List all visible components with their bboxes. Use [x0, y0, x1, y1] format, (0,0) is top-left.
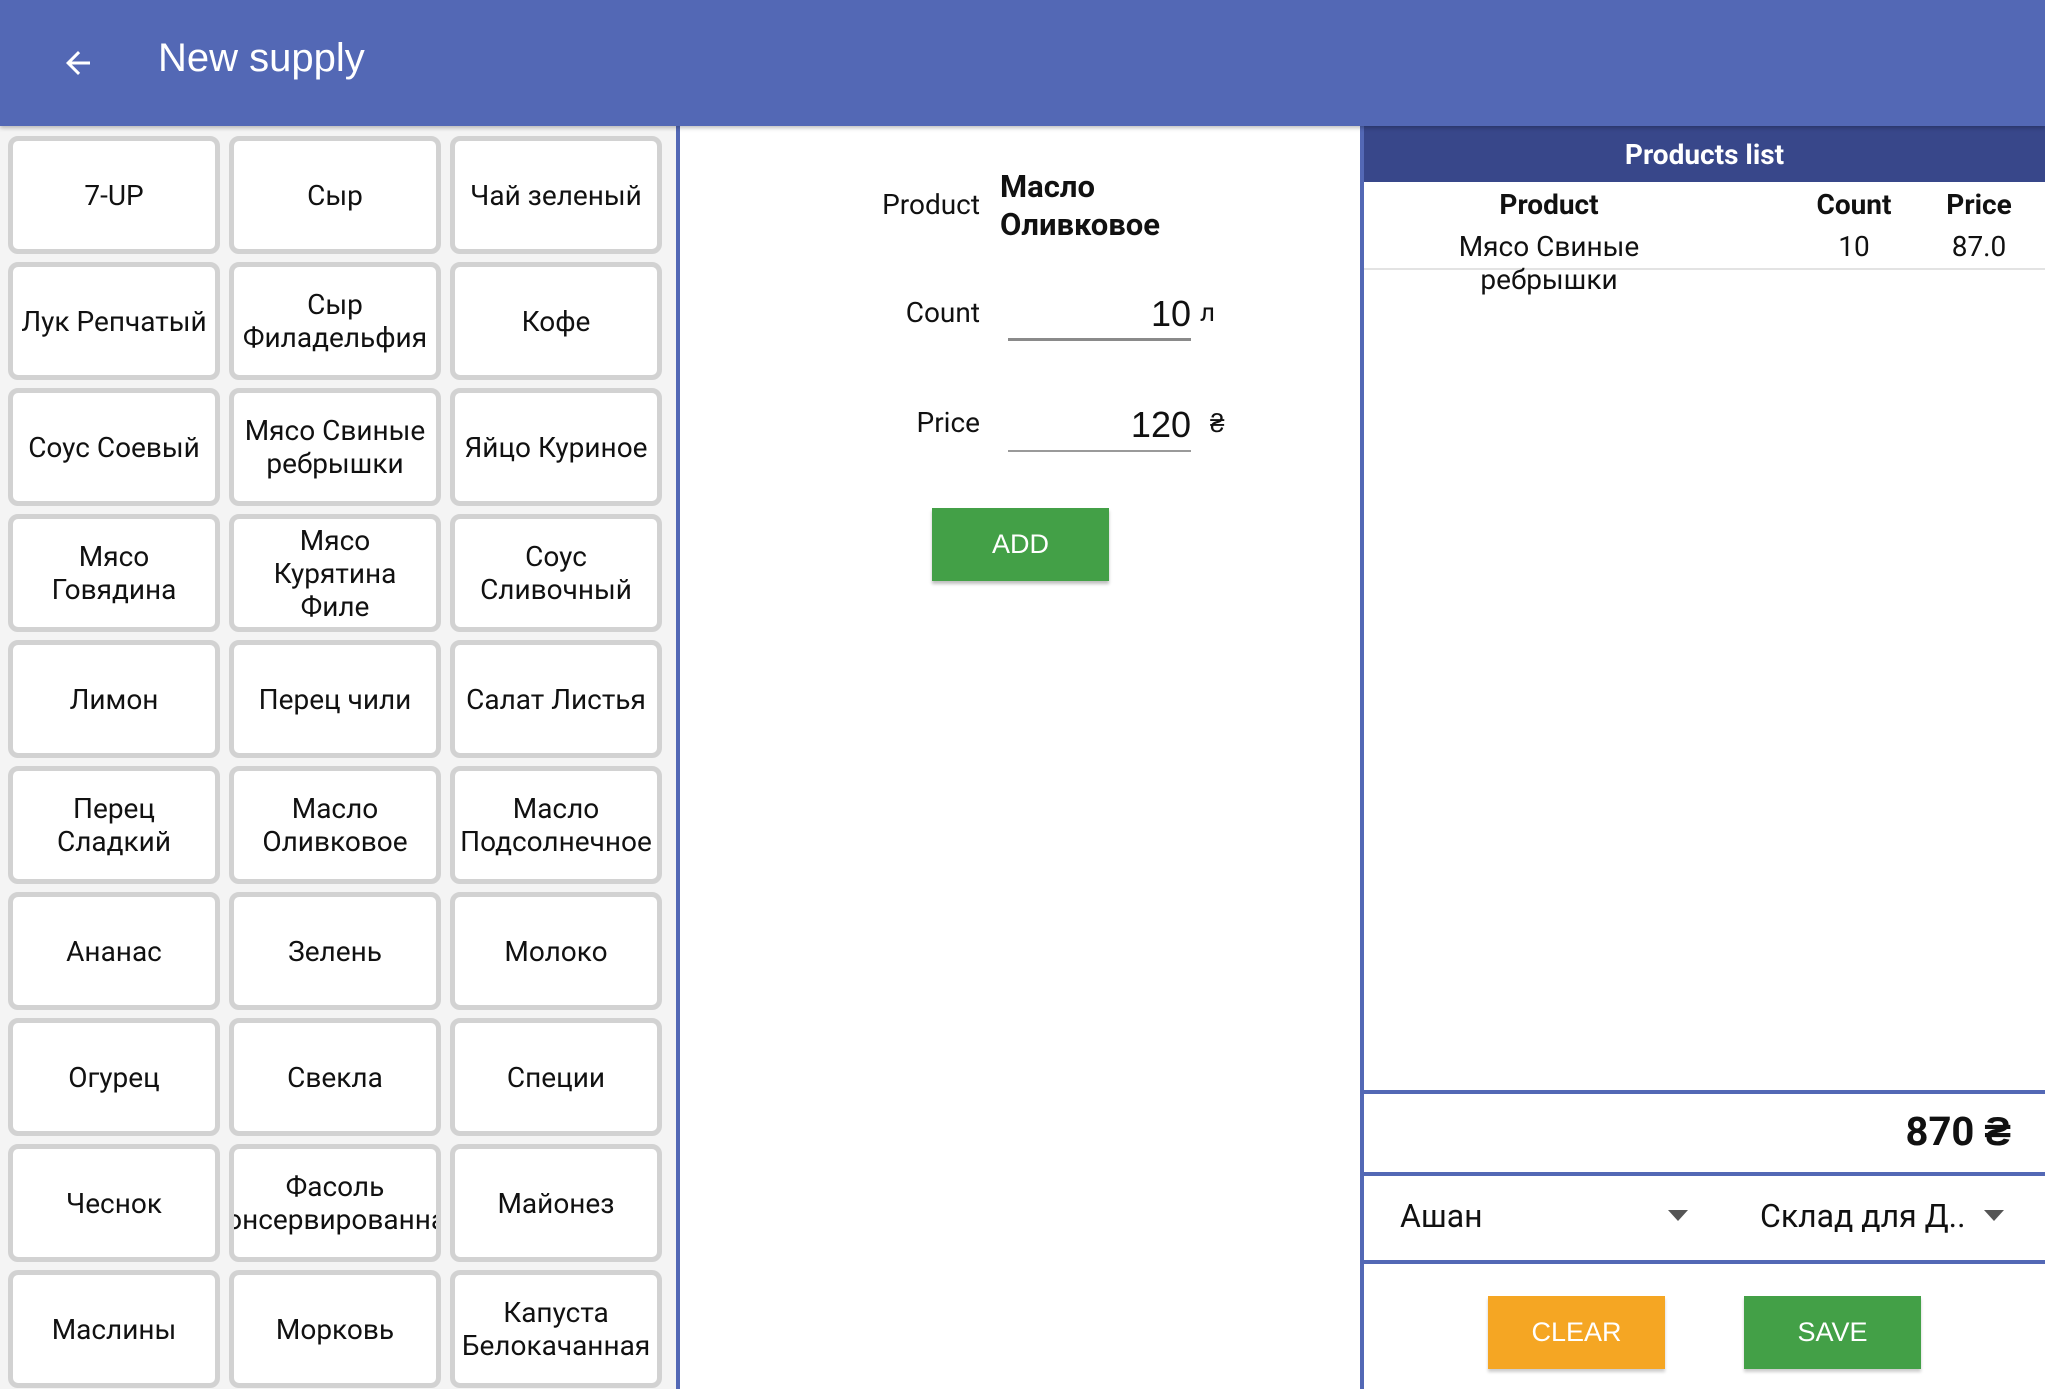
- product-tile[interactable]: Фасоль Консервированная: [229, 1144, 441, 1262]
- page-title: New supply: [158, 36, 365, 80]
- product-label: Product: [882, 188, 980, 221]
- product-tile[interactable]: Чеснок: [8, 1144, 220, 1262]
- product-grid: 7-UP Сыр Чай зеленый Лук Репчатый Сыр Фи…: [8, 136, 662, 1388]
- product-tile[interactable]: Огурец: [8, 1018, 220, 1136]
- product-tile[interactable]: Майонез: [450, 1144, 662, 1262]
- product-tile[interactable]: Чай зеленый: [450, 136, 662, 254]
- product-tile[interactable]: Мясо Говядина: [8, 514, 220, 632]
- product-tile[interactable]: Лимон: [8, 640, 220, 758]
- product-tile[interactable]: Мясо Свиные ребрышки: [229, 388, 441, 506]
- product-tile[interactable]: Морковь: [229, 1270, 441, 1388]
- warehouse-select[interactable]: Склад для Д..: [1760, 1186, 2030, 1246]
- add-button[interactable]: ADD: [932, 508, 1109, 581]
- list-item-price: 87.0: [1951, 230, 2007, 263]
- product-tile[interactable]: Соус Сливочный: [450, 514, 662, 632]
- list-item[interactable]: Мясо Свиные ребрышки 10 87.0: [1364, 224, 2045, 296]
- product-tile[interactable]: Перец Сладкий: [8, 766, 220, 884]
- list-item-product: Мясо Свиные ребрышки: [1458, 230, 1640, 296]
- product-tile[interactable]: Сыр Филадельфия: [229, 262, 441, 380]
- product-name-line-2: Оливковое: [1000, 206, 1161, 243]
- count-label: Count: [905, 296, 980, 329]
- app-bar: New supply: [0, 0, 2045, 126]
- product-tile[interactable]: Свекла: [229, 1018, 441, 1136]
- dropdown-caret-icon: [1668, 1210, 1688, 1221]
- product-tile[interactable]: Кофе: [450, 262, 662, 380]
- save-button[interactable]: SAVE: [1744, 1296, 1921, 1369]
- count-unit: л: [1200, 298, 1216, 328]
- product-grid-pane[interactable]: 7-UP Сыр Чай зеленый Лук Репчатый Сыр Фи…: [0, 126, 680, 1389]
- currency-symbol: ₴: [1210, 409, 1225, 439]
- product-tile[interactable]: Перец чили: [229, 640, 441, 758]
- product-name-line-1: Масло: [1000, 168, 1095, 205]
- header-product: Product: [1499, 188, 1599, 221]
- product-tile[interactable]: 7-UP: [8, 136, 220, 254]
- product-tile[interactable]: Зелень: [229, 892, 441, 1010]
- dropdown-caret-icon: [1984, 1210, 2004, 1221]
- product-tile[interactable]: Мясо Курятина Филе: [229, 514, 441, 632]
- product-tile[interactable]: Яйцо Куриное: [450, 388, 662, 506]
- supplier-select[interactable]: Ашан: [1400, 1186, 1690, 1246]
- supply-selectors: Ашан Склад для Д..: [1364, 1172, 2045, 1264]
- product-tile[interactable]: Масло Оливковое: [229, 766, 441, 884]
- price-label: Price: [916, 406, 980, 439]
- header-count: Count: [1816, 188, 1892, 221]
- supplier-select-value: Ашан: [1400, 1197, 1483, 1235]
- warehouse-select-value: Склад для Д..: [1760, 1197, 1966, 1235]
- back-button[interactable]: [50, 38, 106, 88]
- product-tile[interactable]: Салат Листья: [450, 640, 662, 758]
- supply-form: Product Масло Оливковое Count л Price ₴ …: [680, 126, 1360, 1389]
- price-input[interactable]: [1008, 400, 1191, 452]
- arrow-left-icon: [66, 51, 90, 75]
- header-price: Price: [1946, 188, 2012, 221]
- clear-button[interactable]: CLEAR: [1488, 1296, 1665, 1369]
- product-tile[interactable]: Сыр: [229, 136, 441, 254]
- total-bar: 870 ₴: [1364, 1090, 2045, 1176]
- count-input[interactable]: [1008, 289, 1191, 341]
- product-tile[interactable]: Ананас: [8, 892, 220, 1010]
- product-tile[interactable]: Масло Подсолнечное: [450, 766, 662, 884]
- product-tile[interactable]: Молоко: [450, 892, 662, 1010]
- products-list-pane: Products list Product Count Price Мясо С…: [1360, 126, 2045, 1389]
- total-amount: 870 ₴: [1905, 1108, 2011, 1155]
- product-tile[interactable]: Лук Репчатый: [8, 262, 220, 380]
- products-list-title: Products list: [1364, 126, 2045, 182]
- product-tile[interactable]: Капуста Белокачанная: [450, 1270, 662, 1388]
- product-tile[interactable]: Соус Соевый: [8, 388, 220, 506]
- products-list-header: Product Count Price: [1364, 182, 2045, 224]
- product-tile[interactable]: Специи: [450, 1018, 662, 1136]
- list-item-count: 10: [1838, 230, 1870, 263]
- selected-product-name: Масло Оливковое: [1000, 168, 1300, 244]
- product-tile[interactable]: Маслины: [8, 1270, 220, 1388]
